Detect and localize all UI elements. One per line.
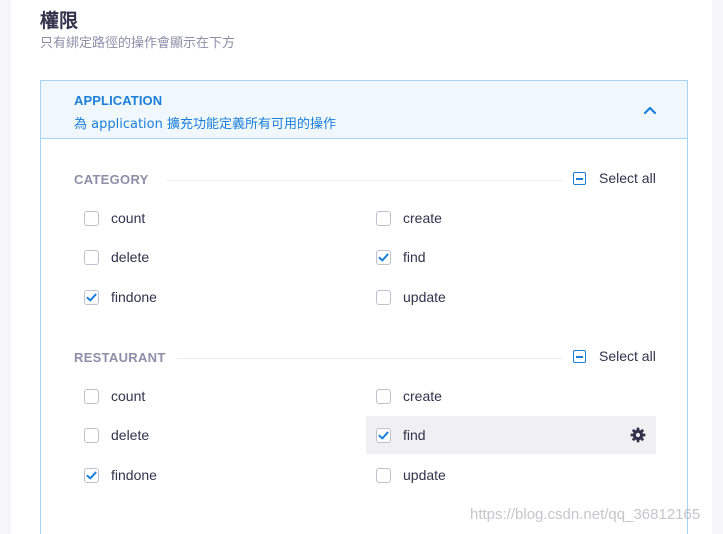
- permission-label: delete: [111, 249, 150, 265]
- permissions-panel: 權限 只有綁定路徑的操作會顯示在下方 APPLICATION 為 applica…: [11, 0, 712, 534]
- select-all-label: Select all: [599, 170, 656, 186]
- permission-label: count: [111, 210, 146, 226]
- section-title-restaurant: RESTAURANT: [74, 350, 166, 365]
- section-divider: [177, 358, 562, 359]
- permission-label: update: [403, 467, 446, 483]
- permission-label: count: [111, 388, 146, 404]
- permission-label: find: [403, 427, 426, 443]
- checkbox-checked[interactable]: [376, 249, 391, 265]
- section-title-category: CATEGORY: [74, 172, 149, 187]
- chevron-up-icon[interactable]: [639, 101, 661, 119]
- permission-find[interactable]: find: [366, 238, 656, 276]
- application-accordion: APPLICATION 為 application 擴充功能定義所有可用的操作 …: [40, 80, 688, 534]
- permission-delete[interactable]: delete: [74, 416, 364, 454]
- checkmark-icon: [378, 253, 389, 261]
- checkbox[interactable]: [376, 388, 391, 404]
- checkbox[interactable]: [376, 467, 391, 483]
- permission-update[interactable]: update: [366, 278, 656, 316]
- section-divider: [167, 180, 562, 181]
- permission-count[interactable]: count: [74, 199, 364, 237]
- checkbox[interactable]: [376, 289, 391, 305]
- permission-create[interactable]: create: [366, 199, 656, 237]
- checkbox[interactable]: [84, 249, 99, 265]
- select-all-label: Select all: [599, 348, 656, 364]
- checkbox-checked[interactable]: [376, 427, 391, 443]
- permission-create[interactable]: create: [366, 377, 656, 415]
- permission-findone[interactable]: findone: [74, 278, 364, 316]
- checkbox[interactable]: [84, 427, 99, 443]
- permission-label: update: [403, 289, 446, 305]
- checkbox[interactable]: [376, 210, 391, 226]
- checkmark-icon: [86, 293, 97, 301]
- select-all-restaurant[interactable]: Select all: [573, 348, 656, 364]
- permission-label: delete: [111, 427, 150, 443]
- checkbox[interactable]: [84, 388, 99, 404]
- permission-label: create: [403, 388, 442, 404]
- page-title: 權限: [40, 10, 79, 32]
- select-all-category[interactable]: Select all: [573, 170, 656, 186]
- gear-icon[interactable]: [630, 427, 646, 443]
- permission-label: find: [403, 249, 426, 265]
- permission-count[interactable]: count: [74, 377, 364, 415]
- application-name: APPLICATION: [74, 93, 163, 108]
- checkbox-checked[interactable]: [84, 289, 99, 305]
- application-accordion-header[interactable]: APPLICATION 為 application 擴充功能定義所有可用的操作: [41, 81, 687, 139]
- checkmark-icon: [378, 431, 389, 439]
- page-subtitle: 只有綁定路徑的操作會顯示在下方: [40, 36, 236, 51]
- permission-findone[interactable]: findone: [74, 456, 364, 494]
- select-all-checkbox[interactable]: [573, 349, 586, 363]
- permission-label: findone: [111, 467, 157, 483]
- watermark: https://blog.csdn.net/qq_36812165: [470, 506, 701, 523]
- checkbox-checked[interactable]: [84, 467, 99, 483]
- permission-find[interactable]: find: [366, 416, 656, 454]
- permission-label: findone: [111, 289, 157, 305]
- permission-label: create: [403, 210, 442, 226]
- select-all-checkbox[interactable]: [573, 171, 586, 185]
- application-description: 為 application 擴充功能定義所有可用的操作: [74, 117, 336, 132]
- checkmark-icon: [86, 471, 97, 479]
- permission-delete[interactable]: delete: [74, 238, 364, 276]
- checkbox[interactable]: [84, 210, 99, 226]
- permission-update[interactable]: update: [366, 456, 656, 494]
